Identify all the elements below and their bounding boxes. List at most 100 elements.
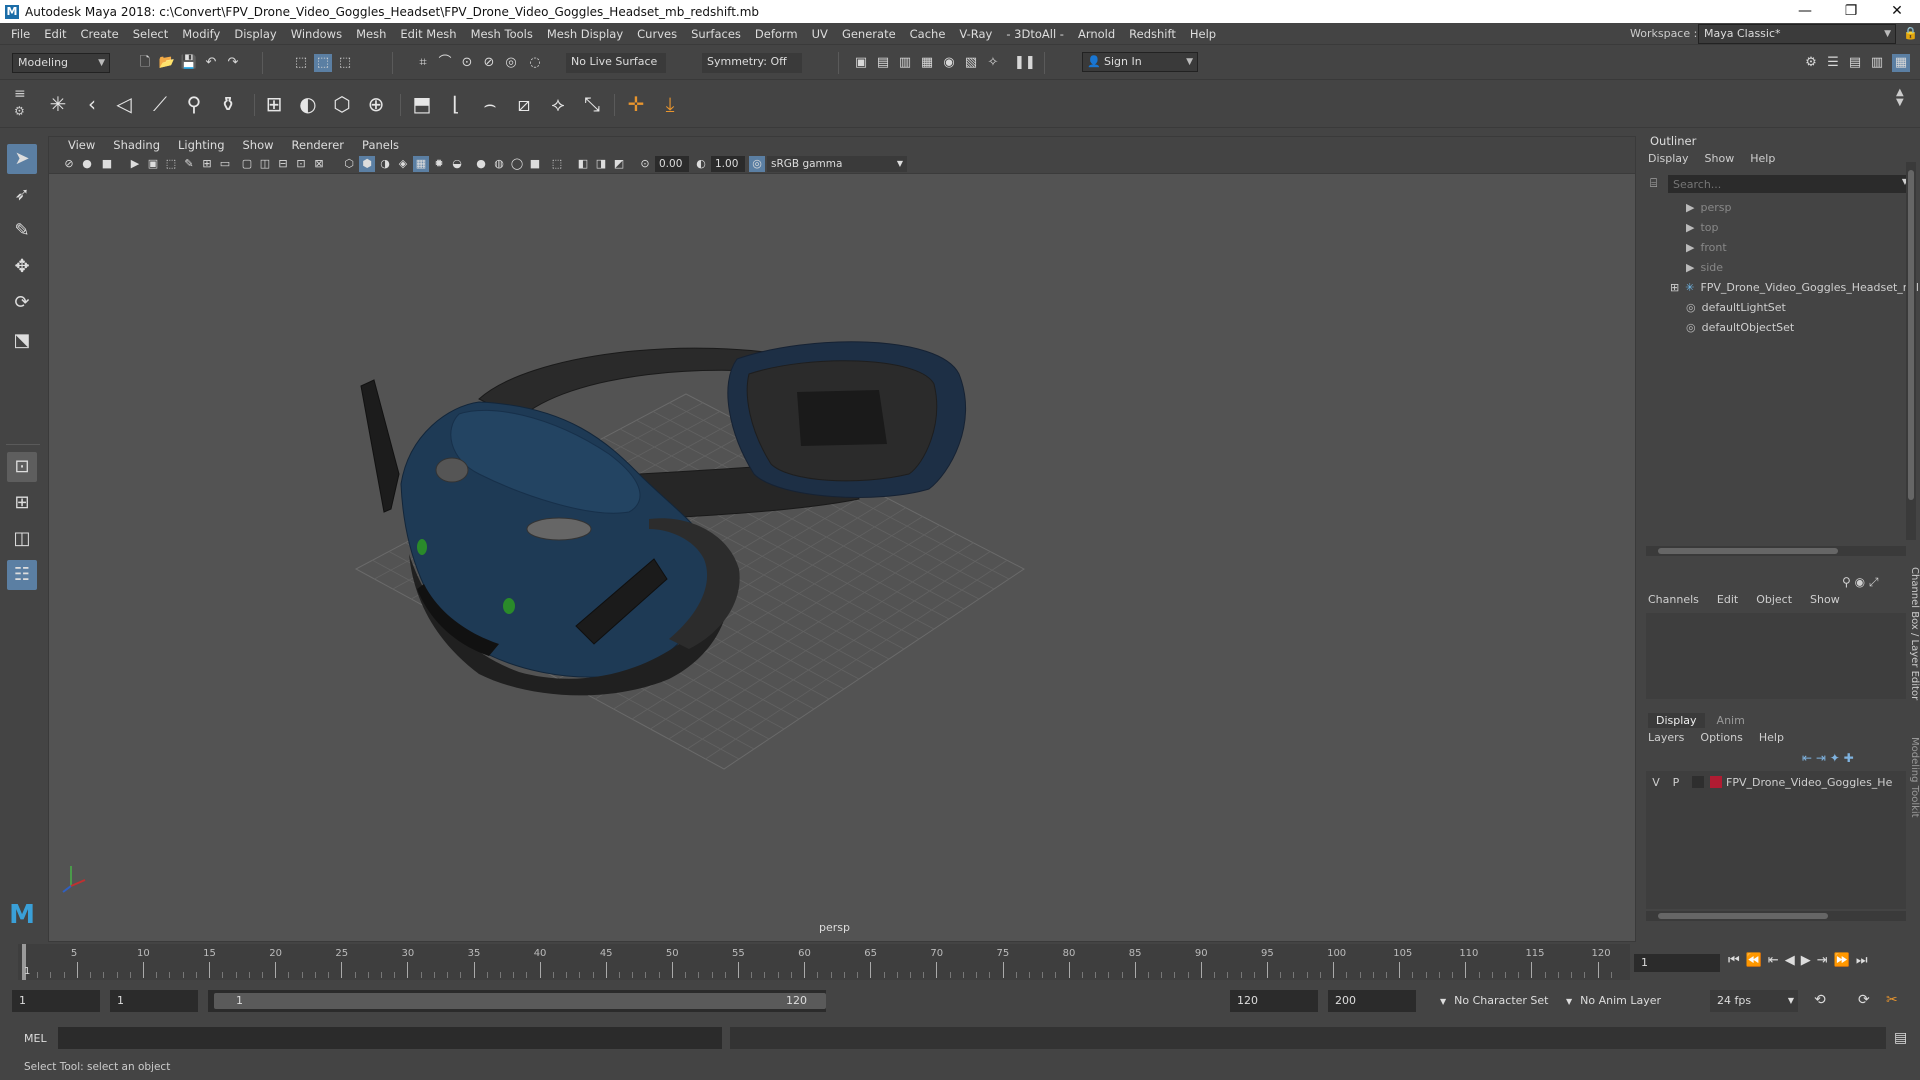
ipr-render-icon[interactable]: ▥	[896, 54, 914, 72]
grease-pencil-icon[interactable]: ✎	[181, 156, 197, 172]
multi-cut-icon[interactable]: ⟡	[544, 90, 572, 118]
lasso-tool-icon[interactable]: ➶	[7, 180, 37, 210]
menu-mesh[interactable]: Mesh	[349, 23, 393, 45]
outliner-vscrollbar[interactable]	[1906, 162, 1916, 540]
gamma-field[interactable]: 1.00	[711, 156, 745, 172]
use-all-lights-icon[interactable]: ✹	[431, 156, 447, 172]
auto-key-icon[interactable]: ⟳	[1858, 992, 1870, 1008]
scale-tool-icon[interactable]: ⬔	[7, 326, 37, 356]
image-plane-icon[interactable]: ▣	[145, 156, 161, 172]
film-gate-icon[interactable]: ▭	[217, 156, 233, 172]
render-setup-icon[interactable]: ▧	[962, 54, 980, 72]
menu-v-ray[interactable]: V-Ray	[952, 23, 999, 45]
anti-aliasing-icon[interactable]: ◯	[509, 156, 525, 172]
select-tool-icon[interactable]: ➤	[7, 144, 37, 174]
gamma-icon[interactable]: ◐	[693, 156, 709, 172]
modeling-toolkit-icon[interactable]: ⚙	[1802, 54, 1820, 72]
layer-type-box[interactable]	[1692, 776, 1704, 788]
outliner-menu-help[interactable]: Help	[1750, 152, 1775, 165]
channel-menu-edit[interactable]: Edit	[1717, 593, 1738, 606]
open-scene-icon[interactable]: 📂	[158, 54, 176, 72]
wireframe-icon[interactable]: ⬡	[341, 156, 357, 172]
outliner-layout-icon[interactable]: ☷	[7, 560, 37, 590]
shelf-menu-icon[interactable]: ≡	[14, 86, 26, 102]
attribute-editor-icon[interactable]: ☰	[1824, 54, 1842, 72]
menu-create[interactable]: Create	[74, 23, 126, 45]
snap-view-icon[interactable]: ⊘	[480, 54, 498, 72]
isolate-select-icon[interactable]: ⬚	[549, 156, 565, 172]
menu-display[interactable]: Display	[227, 23, 283, 45]
layer-tab-anim[interactable]: Anim	[1709, 713, 1753, 728]
save-scene-icon[interactable]: 💾	[180, 54, 198, 72]
anim-prefs-icon[interactable]: ✂	[1886, 992, 1898, 1008]
maya-m-icon[interactable]: M	[7, 900, 37, 930]
outliner-menu-show[interactable]: Show	[1705, 152, 1735, 165]
shadows-icon[interactable]: ◒	[449, 156, 465, 172]
scene-canvas[interactable]	[49, 174, 1635, 942]
mode-dropdown[interactable]: Modeling ▼	[12, 53, 110, 73]
exposure-icon[interactable]: ⊙	[637, 156, 653, 172]
resolution-gate-icon[interactable]: ▢	[239, 156, 255, 172]
layer-playback-toggle[interactable]: P	[1666, 776, 1686, 789]
layer-visibility-toggle[interactable]: V	[1646, 776, 1666, 789]
fps-dropdown[interactable]: 24 fps ▼	[1710, 990, 1798, 1012]
menu-select[interactable]: Select	[126, 23, 175, 45]
viewport-menu-shading[interactable]: Shading	[104, 137, 169, 154]
color-management-icon[interactable]: ◎	[749, 156, 765, 172]
layer-color-swatch[interactable]	[1710, 776, 1722, 788]
viewport-menu-lighting[interactable]: Lighting	[169, 137, 233, 154]
outliner-item[interactable]: ▶ persp	[1670, 198, 1731, 218]
snap-curve-icon[interactable]: ⌒	[436, 54, 454, 72]
current-frame-field[interactable]: 1	[1634, 954, 1720, 972]
curve-cv-icon[interactable]: ✳	[44, 90, 72, 118]
viewport-menu-renderer[interactable]: Renderer	[283, 137, 354, 154]
scrollbar-thumb[interactable]	[1658, 548, 1838, 554]
joint-tool-icon[interactable]: ⚲	[180, 90, 208, 118]
outliner-icon[interactable]: ▥	[1868, 54, 1886, 72]
outliner-filter-icon[interactable]: ⌸	[1650, 176, 1657, 191]
snap-surface-icon[interactable]: ◎	[502, 54, 520, 72]
go-to-start-icon[interactable]: ⏮	[1728, 953, 1740, 968]
layer-tab-display[interactable]: Display	[1648, 713, 1705, 728]
layer-menu-options[interactable]: Options	[1700, 731, 1742, 744]
bevel-icon[interactable]: ⌊	[442, 90, 470, 118]
snap-grid-icon[interactable]: ⌗	[414, 54, 432, 72]
bezier-curve-icon[interactable]: ⟋	[146, 90, 174, 118]
channel-menu-channels[interactable]: Channels	[1648, 593, 1699, 606]
menu-edit-mesh[interactable]: Edit Mesh	[393, 23, 463, 45]
menu-curves[interactable]: Curves	[630, 23, 684, 45]
select-by-object-icon[interactable]: ⬚	[314, 54, 332, 72]
menu-help[interactable]: Help	[1183, 23, 1223, 45]
depth-of-field-icon[interactable]: ■	[527, 156, 543, 172]
pause-icon[interactable]: ❚❚	[1014, 54, 1036, 72]
channel-list[interactable]	[1646, 613, 1906, 699]
shelf-scroll-icon[interactable]: ▲ ▼	[1896, 88, 1904, 108]
lock-camera-icon[interactable]: ●	[79, 156, 95, 172]
time-slider[interactable]: 5 10 15 20 25 30 35 40 45 50 55 60 65 70 75 80 85 90 95 100…	[0, 944, 1920, 982]
move-tool-icon[interactable]: ✥	[7, 252, 37, 282]
symmetry-dropdown[interactable]: Symmetry: Off	[702, 53, 802, 73]
close-button[interactable]: ✕	[1874, 0, 1920, 23]
sign-in-button[interactable]: Sign In 👤 ▼	[1082, 52, 1198, 72]
script-editor-icon[interactable]: ▤	[1894, 1030, 1907, 1046]
new-scene-icon[interactable]: 🗋	[136, 54, 154, 72]
pencil-curve-icon[interactable]: ◁	[110, 90, 138, 118]
minimize-button[interactable]: —	[1782, 0, 1828, 23]
single-pane-layout-icon[interactable]: ⊡	[7, 452, 37, 482]
select-by-component-icon[interactable]: ⬚	[336, 54, 354, 72]
step-back-key-icon[interactable]: ⏪	[1746, 953, 1762, 968]
undo-icon[interactable]: ↶	[202, 54, 220, 72]
select-by-hierarchy-icon[interactable]: ⬚	[292, 54, 310, 72]
ambient-occlusion-icon[interactable]: ●	[473, 156, 489, 172]
layer-row[interactable]: V P FPV_Drone_Video_Goggles_He	[1646, 773, 1906, 791]
go-to-end-icon[interactable]: ⏭	[1856, 953, 1868, 968]
channel-icons[interactable]: ⚲ ◉ ⤢	[1842, 575, 1879, 590]
redo-icon[interactable]: ↷	[224, 54, 242, 72]
bookmarks-icon[interactable]: ▶	[127, 156, 143, 172]
menu-redshift[interactable]: Redshift	[1122, 23, 1183, 45]
lock-icon[interactable]: 🔒	[1903, 26, 1918, 40]
loop-icon[interactable]: ⟲	[1814, 992, 1826, 1008]
step-forward-frame-icon[interactable]: ⇥	[1817, 953, 1828, 968]
extrude-icon[interactable]: ⬒	[408, 90, 436, 118]
anim-end-field[interactable]: 200	[1328, 990, 1416, 1012]
